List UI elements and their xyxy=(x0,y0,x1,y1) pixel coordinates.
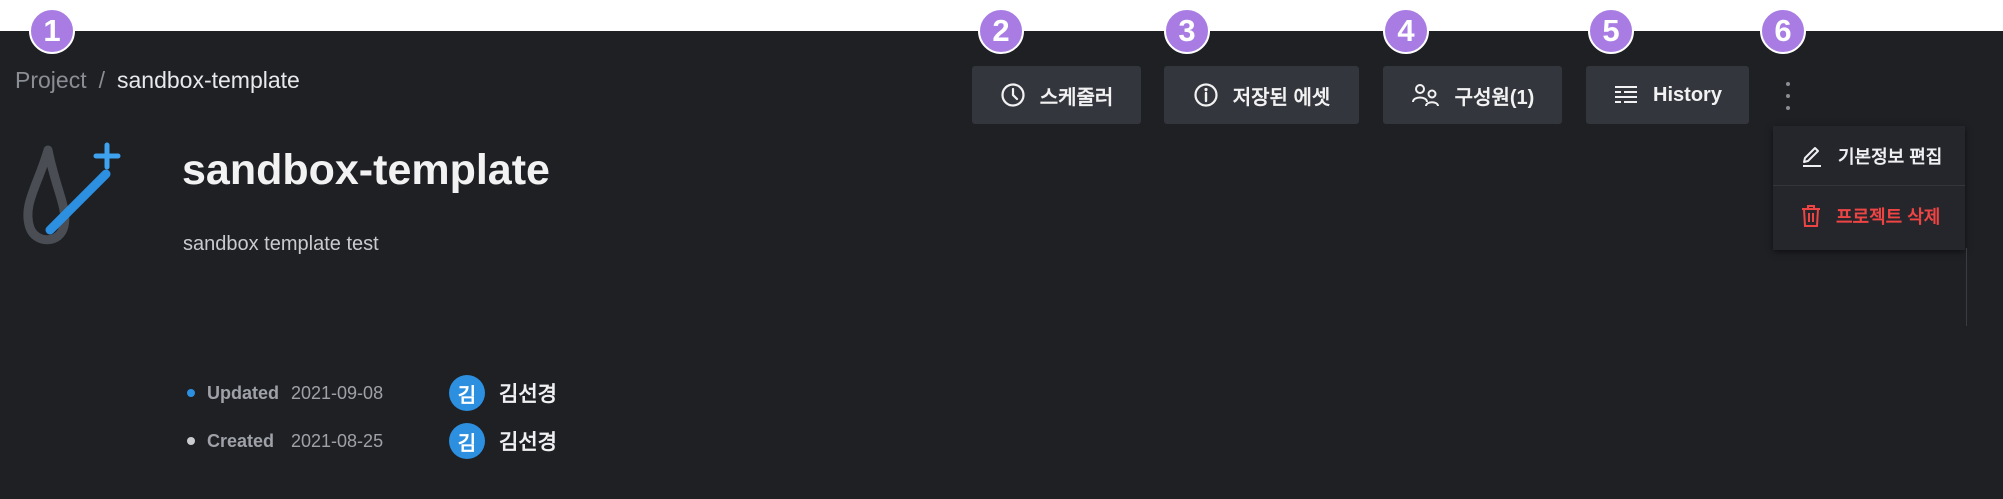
edit-info-menu-label: 기본정보 편집 xyxy=(1838,146,1943,167)
history-button[interactable]: History xyxy=(1586,66,1749,124)
annotation-badge-5: 5 xyxy=(1588,8,1634,54)
pencil-icon xyxy=(1803,146,1821,167)
kebab-dot xyxy=(1786,82,1790,86)
saved-assets-button[interactable]: 저장된 에셋 xyxy=(1164,66,1359,124)
saved-assets-button-label: 저장된 에셋 xyxy=(1232,86,1331,109)
breadcrumb-root-link[interactable]: Project xyxy=(15,67,87,93)
created-dot xyxy=(187,437,195,445)
delete-project-menu-label: 프로젝트 삭제 xyxy=(1836,207,1941,227)
edit-info-menu-item[interactable]: 기본정보 편집 xyxy=(1773,126,1965,186)
scheduler-button-label: 스케줄러 xyxy=(1039,86,1114,109)
annotation-badge-6: 6 xyxy=(1760,8,1806,54)
annotation-badge-4: 4 xyxy=(1383,8,1429,54)
created-date: 2021-08-25 xyxy=(291,430,384,451)
updated-user-name: 김선경 xyxy=(499,383,557,406)
list-icon xyxy=(1615,86,1638,103)
annotation-badge-1: 1 xyxy=(29,8,75,54)
members-button[interactable]: 구성원(1) xyxy=(1383,66,1562,124)
created-row: Created 2021-08-25 김 김선경 xyxy=(187,421,557,461)
updated-row: Updated 2021-09-08 김 김선경 xyxy=(187,373,557,413)
trash-icon xyxy=(1802,205,1820,227)
history-button-label: History xyxy=(1653,83,1722,106)
annotation-badge-2: 2 xyxy=(978,8,1024,54)
project-logo-icon xyxy=(23,142,121,245)
created-user-name: 김선경 xyxy=(499,431,557,454)
breadcrumb-current: sandbox-template xyxy=(116,67,300,93)
delete-project-menu-item[interactable]: 프로젝트 삭제 xyxy=(1773,186,1965,246)
breadcrumb-separator: / xyxy=(98,67,105,93)
project-title: sandbox-template xyxy=(182,146,550,194)
members-button-label: 구성원(1) xyxy=(1454,86,1535,109)
clock-icon xyxy=(1001,83,1025,107)
annotation-badge-3: 3 xyxy=(1164,8,1210,54)
avatar: 김 xyxy=(449,375,485,411)
users-icon xyxy=(1411,84,1439,107)
breadcrumb: Project / sandbox-template xyxy=(15,67,300,94)
divider xyxy=(1966,248,1967,326)
created-label: Created xyxy=(207,430,275,451)
updated-label: Updated xyxy=(207,382,279,403)
kebab-dot xyxy=(1786,94,1790,98)
scheduler-button[interactable]: 스케줄러 xyxy=(972,66,1141,124)
avatar: 김 xyxy=(449,423,485,459)
kebab-dot xyxy=(1786,106,1790,110)
updated-dot xyxy=(187,389,195,397)
more-options-menu: 기본정보 편집 프로젝트 삭제 xyxy=(1773,126,1965,250)
project-description: sandbox template test xyxy=(183,233,379,255)
more-options-kebab-icon[interactable] xyxy=(1776,80,1800,112)
info-icon xyxy=(1194,83,1218,107)
updated-date: 2021-09-08 xyxy=(291,382,384,403)
